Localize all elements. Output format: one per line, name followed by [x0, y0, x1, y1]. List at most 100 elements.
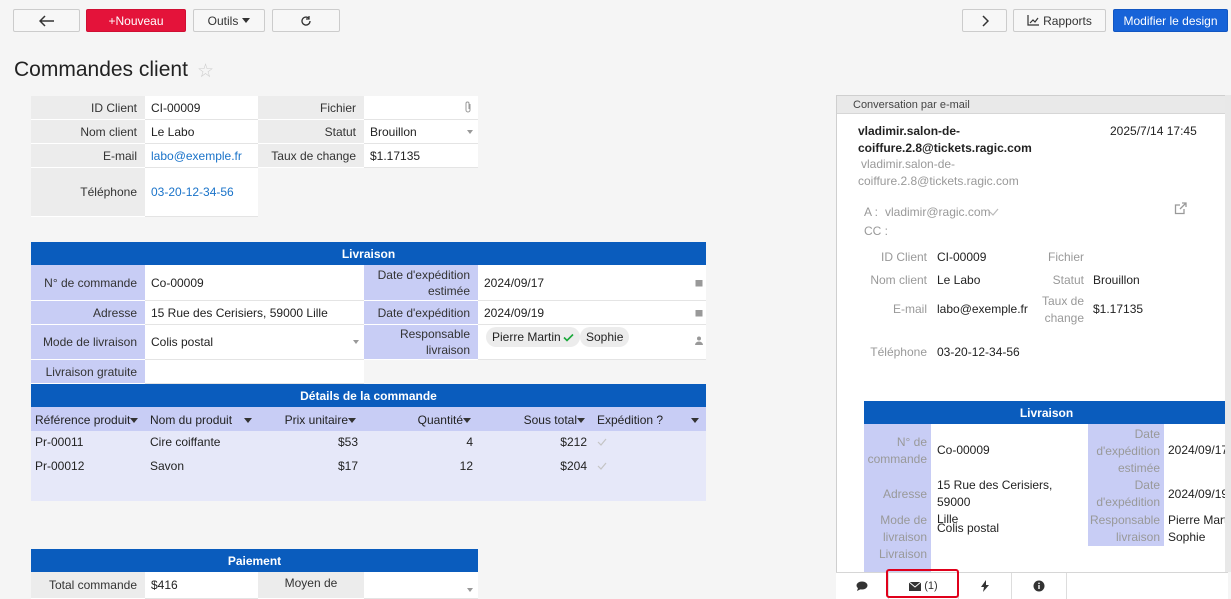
- estimated-date-value[interactable]: 2024/09/17: [478, 265, 706, 301]
- preview-mode-label-line: Mode de: [880, 513, 927, 527]
- order-total-label: Total commande: [31, 572, 145, 599]
- order-total-value[interactable]: $416: [145, 572, 258, 599]
- reports-label: Rapports: [1043, 13, 1092, 28]
- email-from-address-line: vladimir.salon-de-: [861, 157, 956, 171]
- status-dropdown-icon[interactable]: [467, 130, 473, 134]
- row-2-price[interactable]: $17: [270, 458, 358, 475]
- col-header-shipping[interactable]: Expédition ?: [597, 412, 663, 429]
- preview-resp-line: Sophie: [1168, 530, 1206, 544]
- sort-caret-icon[interactable]: [463, 418, 471, 423]
- refresh-button[interactable]: [272, 9, 340, 32]
- col-header-ref[interactable]: Référence produit: [35, 412, 130, 429]
- delivery-mode-select[interactable]: Colis postal: [145, 325, 364, 360]
- external-link-icon[interactable]: [1174, 202, 1187, 215]
- next-button[interactable]: [962, 9, 1007, 32]
- email-from-address-line: coiffure.2.8@tickets.ragic.com: [858, 174, 1019, 188]
- client-email-value[interactable]: labo@exemple.fr: [145, 144, 258, 168]
- paperclip-icon[interactable]: [464, 101, 473, 113]
- preview-ship-label-line: d'expédition: [1096, 495, 1160, 509]
- delivery-mode-dropdown-icon[interactable]: [353, 340, 359, 344]
- user-icon[interactable]: [695, 336, 703, 345]
- chevron-right-icon: [981, 14, 989, 27]
- preview-rate-label: Taux de change: [1017, 293, 1084, 327]
- delivery-manager-label: Responsable livraison: [364, 325, 478, 360]
- col-header-price[interactable]: Prix unitaire: [260, 412, 348, 429]
- row-2-qty[interactable]: 12: [380, 458, 473, 475]
- row-1-ref[interactable]: Pr-00011: [35, 434, 83, 451]
- preview-resp-label-line: livraison: [1115, 530, 1160, 544]
- payment-header: Paiement: [31, 549, 478, 572]
- tools-button[interactable]: Outils: [193, 9, 265, 32]
- client-name-value[interactable]: Le Labo: [145, 120, 258, 144]
- page-title: Commandes client: [14, 58, 188, 81]
- preview-email-label: E-mail: [892, 302, 927, 316]
- sort-caret-icon[interactable]: [348, 418, 356, 423]
- row-1-qty[interactable]: 4: [380, 434, 473, 451]
- preview-id-label: ID Client: [880, 250, 927, 264]
- actions-tab[interactable]: [959, 573, 1012, 599]
- client-id-label: ID Client: [31, 96, 145, 120]
- preview-email-value[interactable]: labo@exemple.fr: [937, 301, 1028, 318]
- preview-name-value: Le Labo: [937, 273, 981, 287]
- row-1-shipping-check-icon[interactable]: [597, 438, 607, 446]
- row-1-subtotal[interactable]: $212: [490, 434, 587, 451]
- email-tab-highlight: [886, 569, 959, 598]
- preview-mode-label-line: livraison: [882, 530, 927, 544]
- col-header-subtotal[interactable]: Sous total: [490, 412, 577, 429]
- row-2-shipping-check-icon[interactable]: [597, 462, 607, 470]
- payment-method-dropdown-icon[interactable]: [467, 588, 473, 592]
- panel-scrollbar[interactable]: [1225, 95, 1231, 572]
- row-1-name[interactable]: Cire coiffante: [150, 434, 220, 451]
- preview-name-label: Nom client: [870, 273, 927, 287]
- sort-caret-icon[interactable]: [691, 418, 699, 423]
- row-2-subtotal[interactable]: $204: [490, 458, 587, 475]
- sort-caret-icon[interactable]: [130, 418, 138, 423]
- manager-tag[interactable]: Pierre Martin: [486, 327, 580, 347]
- client-phone-value[interactable]: 03-20-12-34-56: [145, 168, 258, 217]
- address-value[interactable]: 15 Rue des Cerisiers, 59000 Lille: [145, 301, 364, 325]
- email-to-value: vladimir@ragic.com: [885, 205, 991, 219]
- info-tab[interactable]: [1012, 573, 1067, 599]
- col-header-qty[interactable]: Quantité: [380, 412, 463, 429]
- star-icon[interactable]: ☆: [197, 60, 214, 83]
- comments-tab[interactable]: [836, 573, 889, 599]
- calendar-icon[interactable]: [695, 279, 703, 287]
- file-value[interactable]: [364, 96, 478, 120]
- back-button[interactable]: [13, 9, 80, 32]
- bolt-icon: [981, 580, 989, 592]
- manager-tag[interactable]: Sophie: [580, 327, 630, 347]
- chart-icon: [1027, 15, 1040, 26]
- rate-value[interactable]: $1.17135: [364, 144, 478, 168]
- info-icon: [1033, 580, 1045, 592]
- client-id-value[interactable]: CI-00009: [145, 96, 258, 120]
- calendar-icon[interactable]: [695, 309, 703, 317]
- preview-resp-label: Responsable livraison: [1088, 512, 1160, 546]
- payment-method-select[interactable]: [364, 572, 478, 599]
- ship-date-value[interactable]: 2024/09/19: [478, 301, 706, 325]
- email-cc-label: CC :: [864, 224, 888, 238]
- preview-est-label-line: Date: [1134, 427, 1160, 441]
- sort-caret-icon[interactable]: [577, 418, 585, 423]
- preview-est-label-line: d'expédition: [1096, 444, 1160, 458]
- row-2-name[interactable]: Savon: [150, 458, 184, 475]
- email-from-name: vladimir.salon-de- coiffure.2.8@tickets.…: [858, 123, 1058, 157]
- reports-button[interactable]: Rapports: [1013, 9, 1106, 32]
- preview-phone-label: Téléphone: [870, 345, 927, 359]
- row-1-price[interactable]: $53: [270, 434, 358, 451]
- order-number-value[interactable]: Co-00009: [145, 265, 364, 301]
- manager-name: Sophie: [586, 330, 624, 344]
- preview-ship-label-line: Date: [1134, 478, 1160, 492]
- new-button[interactable]: +Nouveau: [86, 9, 186, 32]
- col-header-name[interactable]: Nom du produit: [150, 412, 232, 429]
- comment-icon: [856, 581, 868, 591]
- modify-design-button[interactable]: Modifier le design: [1113, 9, 1228, 32]
- email-from-name-line: coiffure.2.8@tickets.ragic.com: [858, 141, 1032, 155]
- row-2-ref[interactable]: Pr-00012: [35, 458, 84, 475]
- status-select[interactable]: Brouillon: [364, 120, 478, 144]
- preview-order-label: N° de commande: [864, 434, 927, 468]
- preview-mode-label: Mode de livraison: [864, 512, 927, 546]
- tools-label: Outils: [207, 13, 239, 28]
- sort-caret-icon[interactable]: [244, 418, 252, 423]
- free-delivery-label: Livraison gratuite: [31, 360, 145, 384]
- free-delivery-value[interactable]: [145, 360, 364, 384]
